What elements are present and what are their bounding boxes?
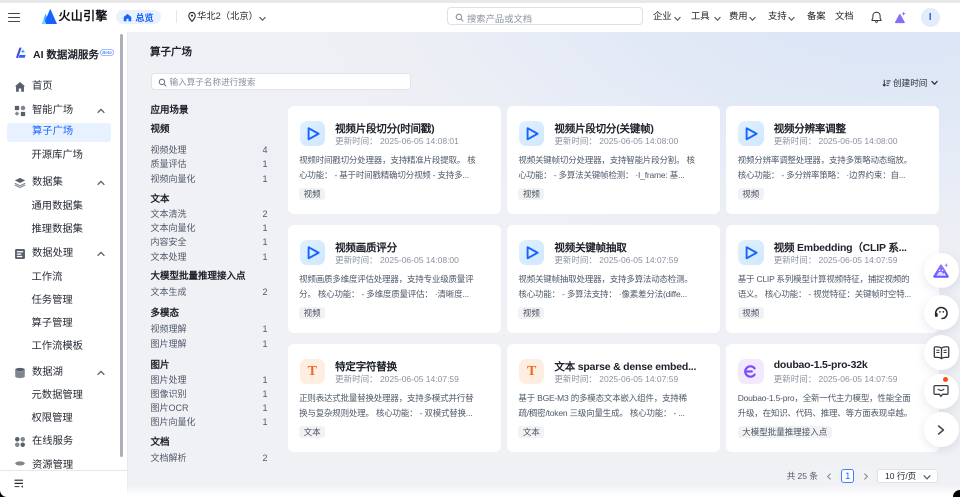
svg-text:Beta: Beta [102,50,112,55]
